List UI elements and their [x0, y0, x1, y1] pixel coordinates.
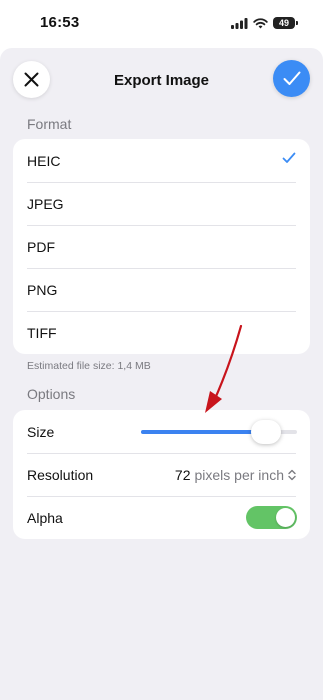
format-option-label: HEIC — [27, 152, 61, 169]
format-option-png[interactable]: PNG — [13, 268, 310, 311]
format-option-label: PDF — [27, 238, 55, 255]
alpha-toggle[interactable] — [246, 506, 297, 529]
resolution-unit: pixels per inch — [194, 467, 285, 483]
resolution-row[interactable]: Resolution 72 pixels per inch — [13, 453, 310, 496]
cellular-signal-icon — [231, 17, 248, 29]
options-list: Size Resolution 72 pixels per inch Alpha — [13, 410, 310, 539]
format-option-label: TIFF — [27, 324, 57, 341]
format-option-label: JPEG — [27, 195, 64, 212]
format-option-label: PNG — [27, 281, 58, 298]
size-slider-thumb[interactable] — [250, 420, 281, 444]
done-button[interactable] — [273, 60, 310, 97]
size-slider-fill — [141, 430, 266, 434]
alpha-toggle-knob — [276, 508, 295, 527]
format-option-pdf[interactable]: PDF — [13, 225, 310, 268]
checkmark-icon — [283, 71, 300, 85]
alpha-label: Alpha — [27, 509, 63, 526]
battery-icon: 49 — [273, 17, 298, 29]
battery-level: 49 — [278, 18, 289, 28]
size-row: Size — [13, 410, 310, 453]
selected-checkmark-icon — [282, 152, 296, 163]
resolution-label: Resolution — [27, 466, 94, 483]
annotation-arrow-icon — [205, 325, 243, 413]
status-icons: 49 — [231, 16, 298, 30]
wifi-icon — [253, 17, 268, 28]
format-option-jpeg[interactable]: JPEG — [13, 182, 310, 225]
status-bar: 16:53 49 — [0, 0, 323, 48]
format-option-tiff[interactable]: TIFF — [13, 311, 310, 354]
size-label: Size — [27, 423, 55, 440]
resolution-picker[interactable]: 72 pixels per inch — [175, 467, 296, 483]
chevron-up-down-icon — [288, 469, 296, 481]
format-section-header: Format — [27, 116, 72, 132]
size-slider[interactable] — [141, 420, 297, 444]
format-list: HEIC JPEG PDF PNG TIFF — [13, 139, 310, 354]
estimated-file-size: Estimated file size: 1,4 MB — [27, 360, 151, 372]
format-option-heic[interactable]: HEIC — [13, 139, 310, 182]
alpha-row: Alpha — [13, 496, 310, 539]
export-sheet: Export Image Format HEIC JPEG PDF PNG TI… — [0, 48, 323, 700]
options-section-header: Options — [27, 386, 76, 402]
resolution-value: 72 — [174, 467, 191, 483]
status-time: 16:53 — [40, 14, 80, 31]
